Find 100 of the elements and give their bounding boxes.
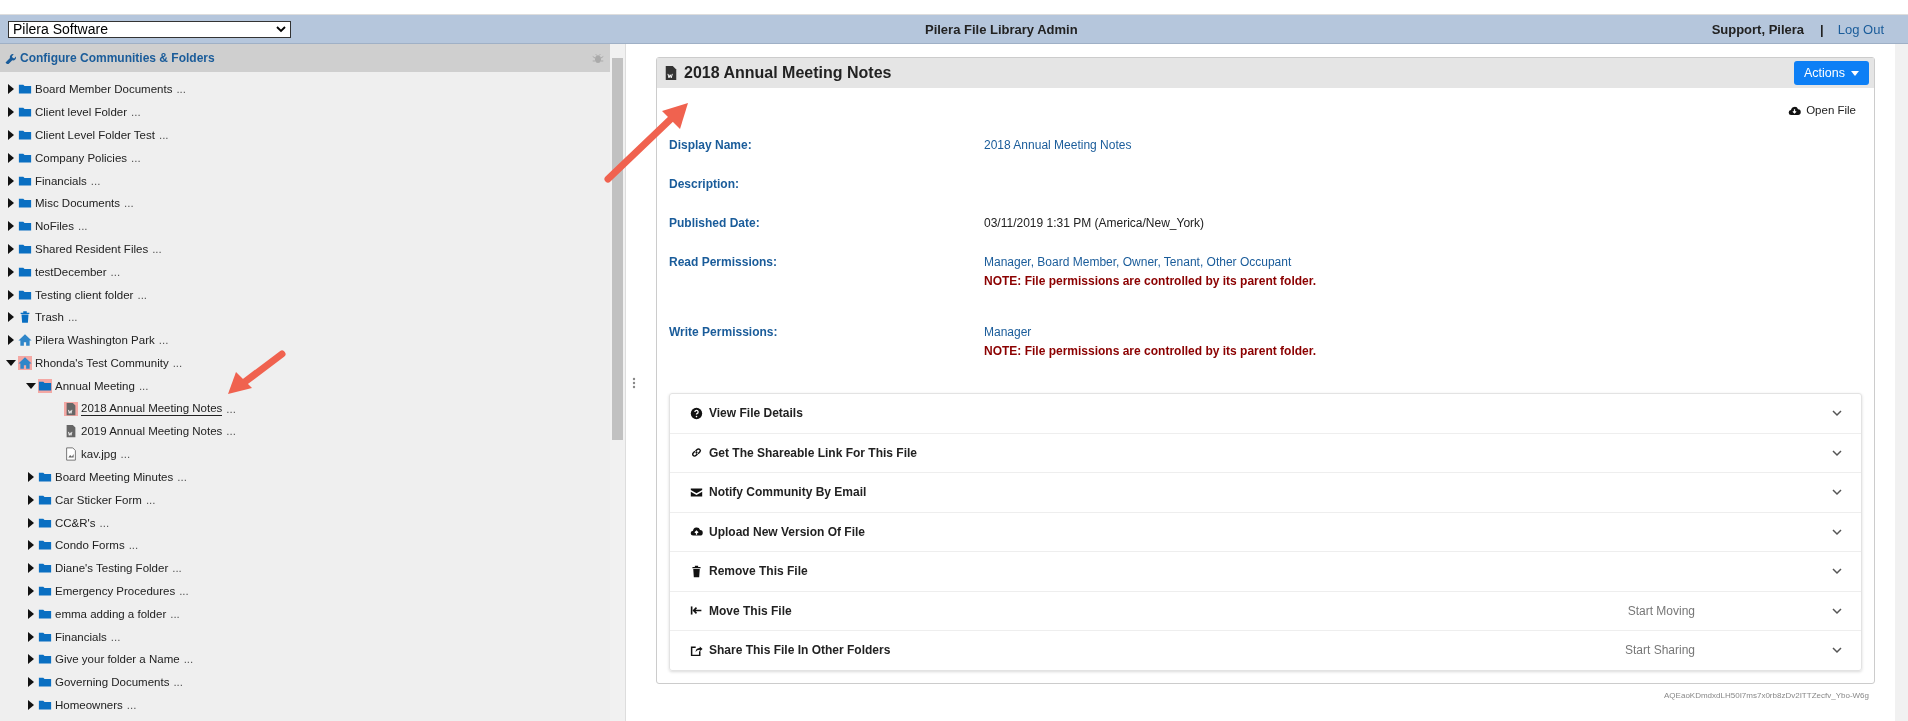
tree-item[interactable]: Shared Resident Files bbox=[35, 241, 149, 256]
more-options[interactable]: ... bbox=[138, 379, 149, 392]
tree-item[interactable]: Trash bbox=[35, 310, 64, 325]
more-options[interactable]: ... bbox=[145, 493, 156, 506]
tree-item[interactable]: Diane's Testing Folder bbox=[55, 561, 169, 576]
caret-icon bbox=[1851, 70, 1859, 76]
tree-item[interactable]: Emergency Procedures bbox=[55, 583, 176, 598]
tree-item[interactable]: testDecember bbox=[35, 264, 107, 279]
tree-item[interactable]: Annual Meeting bbox=[55, 378, 135, 393]
scrollbar[interactable] bbox=[610, 44, 625, 721]
tree-item[interactable]: Board Meeting Minutes bbox=[55, 469, 174, 484]
field-label: Write Permissions: bbox=[669, 325, 779, 339]
trash-icon bbox=[690, 564, 703, 578]
more-options[interactable]: ... bbox=[172, 562, 182, 575]
app-title: Pilera File Library Admin bbox=[923, 21, 1079, 37]
logout-link[interactable]: Log Out bbox=[1837, 21, 1884, 37]
more-options[interactable]: ... bbox=[226, 425, 236, 438]
more-options[interactable]: ... bbox=[126, 698, 137, 711]
tree-item[interactable]: Misc Documents bbox=[35, 196, 120, 211]
more-options[interactable]: ... bbox=[68, 311, 78, 324]
actions-button[interactable]: Actions bbox=[1794, 61, 1869, 85]
tree-item[interactable]: kav.jpg bbox=[81, 447, 117, 462]
more-options[interactable]: ... bbox=[99, 516, 110, 529]
more-options[interactable]: ... bbox=[137, 288, 148, 301]
tree-item[interactable]: Testing client folder bbox=[35, 287, 134, 302]
field-value: 2018 Annual Meeting Notes bbox=[984, 138, 1133, 152]
more-options[interactable]: ... bbox=[179, 584, 189, 597]
field-label: Display Name: bbox=[669, 138, 753, 152]
tree-item[interactable]: Company Policies bbox=[35, 150, 128, 165]
field-value: Manager, Board Member, Owner, Tenant, Other Occupant bbox=[984, 255, 1293, 269]
cloud-download-icon bbox=[1788, 104, 1802, 116]
tree-item[interactable]: Board Member Documents bbox=[35, 82, 173, 97]
action-link[interactable]: Start Sharing bbox=[1624, 643, 1695, 658]
more-options[interactable]: ... bbox=[183, 653, 194, 666]
tree-item[interactable]: emma adding a folder bbox=[55, 606, 167, 621]
tree-item[interactable]: Homeowners bbox=[55, 697, 123, 712]
file-id: AQEaoKDmdxdLH50I7ms7x0rb8zDv2ITTZecfv_Ybo-W6g bbox=[1664, 690, 1869, 700]
tree-item[interactable]: NoFiles bbox=[35, 219, 74, 234]
permission-note: NOTE: File permissions are controlled by its parent folder. bbox=[984, 274, 1318, 288]
more-options[interactable]: ... bbox=[120, 448, 131, 461]
more-options[interactable]: ... bbox=[173, 676, 183, 689]
panel-title: Configure Communities & Folders bbox=[20, 51, 216, 65]
accordion-title: View File Details bbox=[709, 406, 804, 421]
more-options[interactable]: ... bbox=[152, 242, 162, 255]
accordion-title: Upload New Version Of File bbox=[709, 524, 867, 539]
file-title: 2018 Annual Meeting Notes bbox=[684, 64, 893, 82]
field-label: Description: bbox=[669, 177, 740, 191]
question-icon bbox=[690, 406, 703, 420]
tree-item[interactable]: Governing Documents bbox=[55, 675, 170, 690]
envelope-icon bbox=[690, 485, 703, 499]
accordion-item[interactable]: Get The Shareable Link For This File bbox=[670, 432, 1861, 472]
accordion-title: Share This File In Other Folders bbox=[709, 643, 892, 658]
accordion-item[interactable]: Upload New Version Of File bbox=[670, 511, 1861, 551]
tree-item[interactable]: Client level Folder bbox=[35, 105, 128, 120]
more-options[interactable]: ... bbox=[177, 470, 187, 483]
accordion-item[interactable]: View File Details bbox=[670, 394, 1861, 433]
more-options[interactable]: ... bbox=[110, 630, 121, 643]
more-options[interactable]: ... bbox=[170, 607, 180, 620]
tree-item[interactable]: Give your folder a Name bbox=[55, 652, 180, 667]
accordion-title: Move This File bbox=[709, 603, 793, 618]
tree-item[interactable]: CC&R's bbox=[55, 515, 96, 530]
tree-item[interactable]: Financials bbox=[35, 173, 87, 188]
tree-item[interactable]: Condo Forms bbox=[55, 538, 125, 553]
more-options[interactable]: ... bbox=[172, 356, 183, 369]
scrollbar[interactable] bbox=[1895, 44, 1908, 721]
permission-note: NOTE: File permissions are controlled by its parent folder. bbox=[984, 344, 1318, 358]
tree-item[interactable]: Client Level Folder Test bbox=[35, 128, 155, 142]
arrow-to-line-icon bbox=[690, 604, 703, 618]
tree-item[interactable]: 2019 Annual Meeting Notes bbox=[81, 424, 223, 439]
separator: | bbox=[1820, 21, 1824, 37]
accordion-item[interactable]: Remove This File bbox=[670, 551, 1861, 591]
field-label: Published Date: bbox=[669, 216, 761, 230]
cloud-upload-icon bbox=[690, 525, 703, 539]
more-options[interactable]: ... bbox=[90, 174, 101, 187]
more-options[interactable]: ... bbox=[131, 151, 141, 164]
accordion-item[interactable]: Move This File Start Moving bbox=[670, 590, 1861, 630]
drag-handle-icon[interactable] bbox=[631, 377, 636, 389]
more-options[interactable]: ... bbox=[110, 265, 121, 278]
more-options[interactable]: ... bbox=[78, 220, 88, 233]
accordion-title: Remove This File bbox=[709, 564, 809, 579]
accordion-item[interactable]: Notify Community By Email bbox=[670, 472, 1861, 512]
tree-item[interactable]: 2018 Annual Meeting Notes bbox=[81, 401, 223, 417]
more-options[interactable]: ... bbox=[128, 539, 139, 552]
open-file-link[interactable]: Open File bbox=[1788, 104, 1856, 116]
tree-item[interactable]: Car Sticker Form bbox=[55, 492, 142, 507]
organization-select[interactable]: Pilera Software bbox=[8, 20, 291, 38]
tree-item[interactable]: Rhonda's Test Community bbox=[35, 355, 169, 370]
accordion-title: Notify Community By Email bbox=[709, 485, 868, 500]
tree-item[interactable]: Financials bbox=[55, 629, 107, 644]
tree-item[interactable]: Pilera Washington Park bbox=[35, 333, 155, 348]
more-options[interactable]: ... bbox=[226, 402, 236, 415]
more-options[interactable]: ... bbox=[158, 334, 169, 347]
wrench-icon bbox=[4, 52, 16, 64]
field-value: 03/11/2019 1:31 PM (America/New_York) bbox=[984, 216, 1206, 230]
more-options[interactable]: ... bbox=[176, 83, 186, 96]
more-options[interactable]: ... bbox=[124, 197, 134, 210]
action-link[interactable]: Start Moving bbox=[1627, 603, 1695, 618]
more-options[interactable]: ... bbox=[158, 129, 169, 141]
more-options[interactable]: ... bbox=[131, 106, 141, 119]
accordion-item[interactable]: Share This File In Other Folders Start Sharing bbox=[670, 630, 1861, 670]
